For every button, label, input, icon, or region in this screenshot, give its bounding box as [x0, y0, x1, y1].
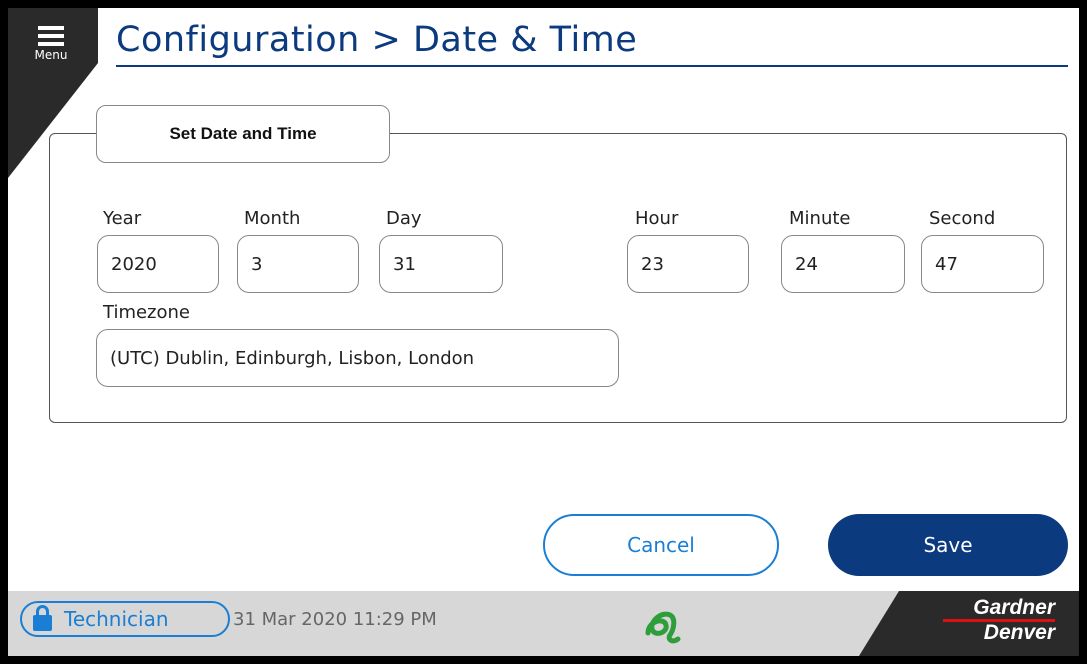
- menu-label: Menu: [34, 48, 68, 62]
- group-title: Set Date and Time: [96, 105, 390, 163]
- menu-button[interactable]: Menu: [22, 22, 80, 82]
- status-bar: Technician 31 Mar 2020 11:29 PM Gardner …: [8, 591, 1079, 656]
- user-role-button[interactable]: Technician: [20, 601, 230, 637]
- title-divider: [116, 65, 1068, 67]
- year-label: Year: [103, 208, 142, 229]
- status-datetime: 31 Mar 2020 11:29 PM: [233, 609, 437, 630]
- minute-field[interactable]: 24: [781, 235, 905, 293]
- brand-line2: Denver: [983, 621, 1055, 644]
- user-role-label: Technician: [64, 607, 169, 631]
- day-label: Day: [386, 208, 422, 229]
- company-logo-icon: [645, 611, 681, 644]
- timezone-label: Timezone: [103, 302, 190, 323]
- month-label: Month: [244, 208, 301, 229]
- hour-label: Hour: [635, 208, 679, 229]
- brand-line1: Gardner: [973, 596, 1055, 619]
- month-field[interactable]: 3: [237, 235, 359, 293]
- page-title: Configuration > Date & Time: [116, 20, 638, 60]
- hamburger-icon: [38, 26, 64, 50]
- minute-label: Minute: [789, 208, 851, 229]
- gardner-denver-logo: Gardner Denver: [943, 597, 1055, 644]
- timezone-field[interactable]: (UTC) Dublin, Edinburgh, Lisbon, London: [96, 329, 619, 387]
- second-field[interactable]: 47: [921, 235, 1044, 293]
- hour-field[interactable]: 23: [627, 235, 749, 293]
- save-button[interactable]: Save: [828, 514, 1068, 576]
- day-field[interactable]: 31: [379, 235, 503, 293]
- cancel-button[interactable]: Cancel: [543, 514, 779, 576]
- lock-icon: [30, 603, 60, 635]
- year-field[interactable]: 2020: [97, 235, 219, 293]
- screen: Menu Configuration > Date & Time Set Dat…: [8, 8, 1079, 656]
- second-label: Second: [929, 208, 996, 229]
